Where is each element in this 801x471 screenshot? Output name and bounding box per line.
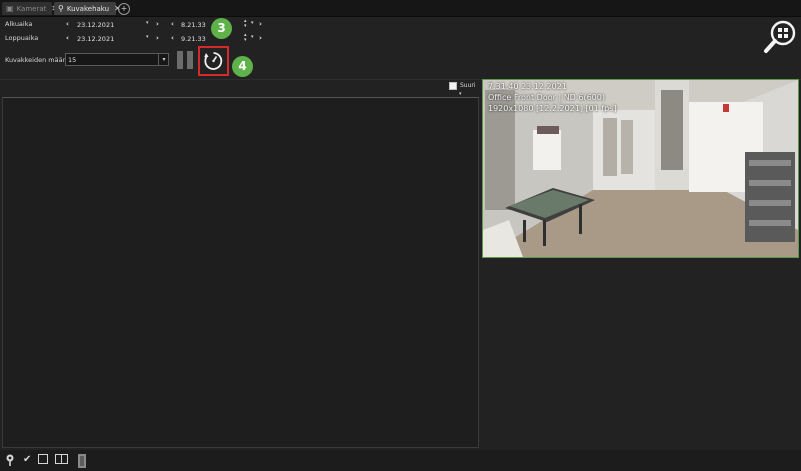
add-tab-button[interactable]: + (118, 3, 130, 15)
callout-3: 3 (211, 18, 232, 39)
camera-icon: ▣ (6, 4, 14, 13)
chevron-down-icon[interactable]: ▾ (158, 53, 169, 66)
start-time-next-button[interactable]: › (259, 20, 262, 28)
search-icon: ⚲ (58, 4, 64, 13)
end-date-value[interactable]: 23.12.2021 (77, 35, 114, 43)
start-date-prev-button[interactable]: ‹ (66, 20, 69, 28)
tab-label: Kamerat (16, 4, 47, 13)
start-time-value[interactable]: 8.21.33 (181, 21, 206, 29)
camera-preview[interactable]: 7.31.40 23.12.2021 Office Front Door | N… (482, 79, 799, 258)
image-count-select[interactable] (65, 53, 169, 66)
preview-resolution: 1920x1080 [12.2.2021] [01 fps] (488, 104, 617, 113)
thumbnail-list-panel[interactable] (2, 97, 479, 448)
image-count-label: Kuvakkeiden määrä (5, 56, 70, 64)
end-time-spinner[interactable]: ▴ ▾ (244, 33, 247, 43)
tab-label: Kuvakehaku (66, 4, 110, 13)
end-time-label: Loppuaika (5, 34, 39, 42)
start-time-prev-button[interactable]: ‹ (171, 20, 174, 28)
start-date-dropdown-icon[interactable]: ▾ (146, 20, 149, 26)
preview-timestamp: 7.31.40 23.12.2021 (488, 82, 567, 91)
end-date-prev-button[interactable]: ‹ (66, 34, 69, 42)
pause-icon-bar-left[interactable] (177, 51, 183, 69)
callout-4: 4 (232, 56, 253, 77)
large-checkbox[interactable] (449, 82, 457, 90)
zoom-view-button[interactable] (763, 20, 797, 54)
end-date-dropdown-icon[interactable]: ▾ (146, 34, 149, 40)
end-time-value[interactable]: 9.21.33 (181, 35, 206, 43)
start-time-spinner[interactable]: ▴ ▾ (244, 19, 247, 29)
start-date-value[interactable]: 23.12.2021 (77, 21, 114, 29)
split-view-icon[interactable] (55, 454, 68, 467)
large-label: Suuri (460, 82, 476, 89)
checkmark-icon[interactable]: ✔ (23, 454, 31, 465)
end-time-next-button[interactable]: › (259, 34, 262, 42)
location-pin-icon[interactable] (5, 454, 15, 469)
start-time-label: Alkuaika (5, 20, 33, 28)
tab-image-search[interactable]: ⚲ Kuvakehaku ✕ (54, 2, 121, 15)
pause-icon-bar-right[interactable] (187, 51, 193, 69)
start-date-next-button[interactable]: › (156, 20, 159, 28)
refresh-icon (204, 52, 223, 70)
end-time-prev-button[interactable]: ‹ (171, 34, 174, 42)
end-date-next-button[interactable]: › (156, 34, 159, 42)
bottom-toolbar (0, 450, 801, 471)
tab-cameras[interactable]: ▣ Kamerat ✕ (2, 2, 58, 15)
magnifier-grid-icon (764, 20, 796, 53)
start-time-dropdown-icon[interactable]: ▾ (251, 21, 254, 26)
end-time-dropdown-icon[interactable]: ▾ (251, 35, 254, 40)
tab-bar: ▣ Kamerat ✕ ⚲ Kuvakehaku ✕ + (0, 0, 801, 17)
preview-camera-name: Office Front Door | ND 6(600) (488, 93, 605, 102)
refresh-button[interactable] (198, 46, 229, 76)
single-view-icon[interactable] (38, 454, 48, 467)
panel-toggle-icon[interactable] (78, 454, 86, 471)
image-count-value: 15 (68, 56, 77, 64)
